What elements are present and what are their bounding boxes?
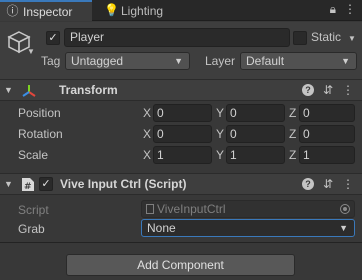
position-label: Position xyxy=(18,106,61,120)
static-dropdown-arrow-icon[interactable]: ▼ xyxy=(348,34,356,43)
transform-title: Transform xyxy=(59,83,118,97)
foldout-arrow-icon[interactable]: ▼ xyxy=(4,85,13,95)
icon-dropdown-arrow-icon[interactable]: ▼ xyxy=(27,47,35,56)
help-icon[interactable]: ? xyxy=(301,178,314,190)
tab-lighting-label: Lighting xyxy=(121,3,164,18)
scale-z-field[interactable]: 1 xyxy=(299,146,355,164)
add-component-button[interactable]: Add Component xyxy=(66,254,295,276)
tab-bar: ⓘ Inspector 💡 Lighting 🔒︎ ⋮ xyxy=(0,0,362,21)
position-z-field[interactable]: 0 xyxy=(299,104,355,122)
tab-inspector-label: Inspector xyxy=(23,4,73,19)
transform-axes-icon xyxy=(22,85,36,97)
kebab-menu-icon[interactable]: ⋮ xyxy=(344,2,356,17)
scale-y-field[interactable]: 1 xyxy=(226,146,285,164)
static-checkbox[interactable] xyxy=(293,31,307,45)
axis-z-label: Z xyxy=(289,148,297,162)
grab-label: Grab xyxy=(18,222,45,236)
chevron-down-icon: ▼ xyxy=(174,56,183,66)
script-component-header[interactable]: ▼ # ✓ Vive Input Ctrl (Script) ? ⇵ ⋮ xyxy=(0,173,362,195)
tab-lighting[interactable]: 💡 Lighting xyxy=(100,0,180,21)
layer-dropdown[interactable]: Default ▼ xyxy=(240,52,357,70)
static-label: Static xyxy=(311,30,342,44)
svg-text:#: # xyxy=(24,182,32,192)
gameobject-active-checkbox[interactable]: ✓ xyxy=(46,31,60,45)
axis-x-label: X xyxy=(143,127,152,141)
axis-y-label: Y xyxy=(216,106,225,120)
position-y-field[interactable]: 0 xyxy=(226,104,285,122)
rotation-z-field[interactable]: 0 xyxy=(299,125,355,143)
tag-value: Untagged xyxy=(71,54,124,68)
script-value: ViveInputCtrl xyxy=(157,202,226,216)
position-x-field[interactable]: 0 xyxy=(153,104,212,122)
axis-z-label: Z xyxy=(289,106,297,120)
component-menu-icon[interactable]: ⋮ xyxy=(342,83,354,97)
tab-inspector[interactable]: ⓘ Inspector xyxy=(0,0,92,21)
layer-value: Default xyxy=(246,54,285,68)
scale-x-field[interactable]: 1 xyxy=(153,146,212,164)
axis-x-label: X xyxy=(143,148,152,162)
csharp-script-icon: # xyxy=(22,178,34,192)
foldout-arrow-icon[interactable]: ▼ xyxy=(4,179,13,189)
axis-y-label: Y xyxy=(216,127,225,141)
light-bulb-icon: 💡 xyxy=(104,3,119,17)
preset-sliders-icon[interactable]: ⇵ xyxy=(323,177,333,191)
component-enabled-checkbox[interactable]: ✓ xyxy=(39,177,53,191)
grab-value: None xyxy=(147,221,176,235)
chevron-down-icon: ▼ xyxy=(339,223,348,233)
axis-x-label: X xyxy=(143,106,152,120)
divider xyxy=(0,242,362,243)
info-icon: ⓘ xyxy=(6,4,19,18)
axis-y-label: Y xyxy=(216,148,225,162)
component-menu-icon[interactable]: ⋮ xyxy=(342,177,354,191)
script-component-title: Vive Input Ctrl (Script) xyxy=(60,177,187,191)
tag-dropdown[interactable]: Untagged ▼ xyxy=(65,52,190,70)
scale-label: Scale xyxy=(18,148,49,162)
script-object-field: ViveInputCtrl xyxy=(141,200,355,218)
layer-label: Layer xyxy=(205,54,236,68)
transform-header[interactable]: ▼ Transform ? ⇵ ⋮ xyxy=(0,79,362,101)
rotation-x-field[interactable]: 0 xyxy=(153,125,212,143)
gameobject-name-field[interactable]: Player xyxy=(64,28,290,47)
tag-label: Tag xyxy=(41,54,61,68)
help-icon[interactable]: ? xyxy=(301,84,314,96)
axis-z-label: Z xyxy=(289,127,297,141)
preset-sliders-icon[interactable]: ⇵ xyxy=(323,83,333,97)
chevron-down-icon: ▼ xyxy=(341,56,350,66)
grab-dropdown[interactable]: None ▼ xyxy=(141,219,355,237)
rotation-label: Rotation xyxy=(18,127,63,141)
rotation-y-field[interactable]: 0 xyxy=(226,125,285,143)
script-file-icon xyxy=(146,204,154,214)
gameobject-header: ▼ ✓ Player Static ▼ Tag Untagged ▼ Layer… xyxy=(0,22,362,80)
object-picker-icon xyxy=(340,204,350,214)
script-field-label: Script xyxy=(18,203,49,217)
lock-icon[interactable]: 🔒︎ xyxy=(330,2,336,17)
